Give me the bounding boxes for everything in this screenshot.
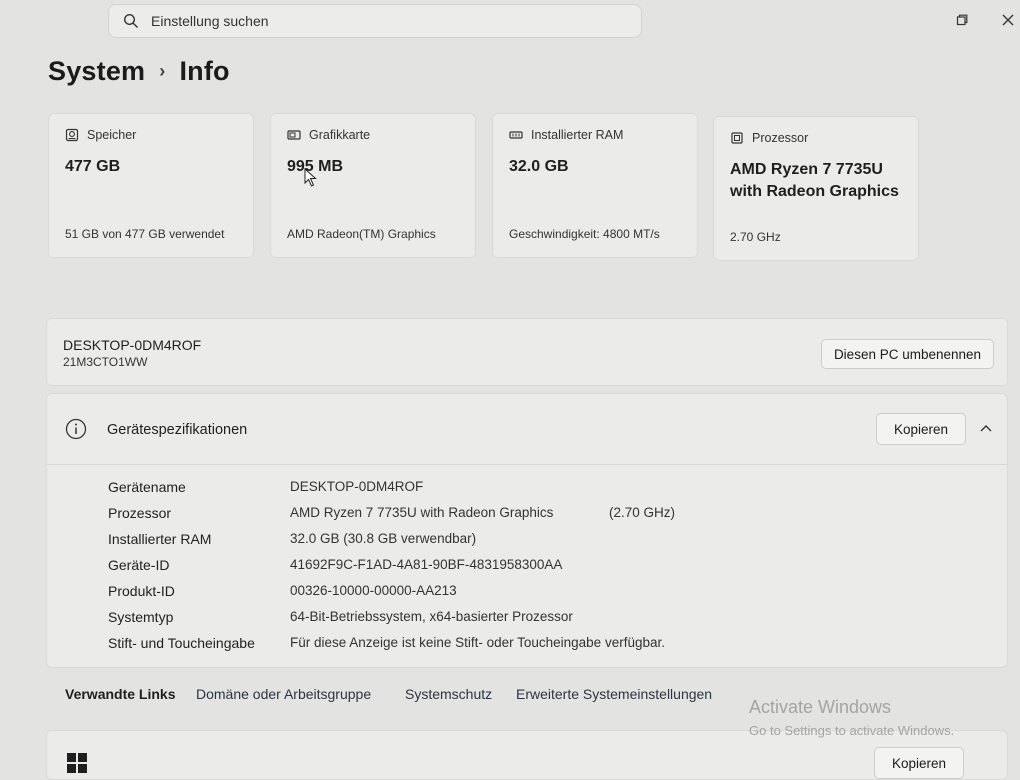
storage-value: 477 GB	[65, 158, 121, 175]
processor-card: Prozessor AMD Ryzen 7 7735U with Radeon …	[713, 116, 919, 261]
spec-value-product-id: 00326-10000-00000-AA213	[290, 583, 457, 598]
spec-label-pen-touch: Stift- und Toucheingabe	[108, 635, 255, 651]
processor-value: AMD Ryzen 7 7735U with Radeon Graphics	[730, 161, 899, 200]
device-name-panel: DESKTOP-0DM4ROF 21M3CTO1WW Diesen PC umb…	[46, 318, 1008, 386]
card-title: Speicher	[87, 128, 137, 142]
processor-icon	[731, 132, 743, 144]
ram-value: 32.0 GB	[509, 158, 569, 175]
storage-card: Speicher 477 GB 51 GB von 477 GB verwend…	[48, 113, 254, 258]
related-links-title: Verwandte Links	[65, 686, 176, 702]
graphics-card: Grafikkarte 995 MB AMD Radeon(TM) Graphi…	[270, 113, 476, 258]
specs-title: Gerätespezifikationen	[107, 422, 248, 438]
card-title: Grafikkarte	[309, 128, 371, 142]
copy-specs-button[interactable]: Kopieren	[876, 413, 966, 445]
spec-label-product-id: Produkt-ID	[108, 583, 175, 599]
spec-value-processor-speed: (2.70 GHz)	[609, 505, 676, 520]
info-icon	[65, 418, 87, 440]
spec-value-device-id: 41692F9C-F1AD-4A81-90BF-4831958300AA	[290, 557, 563, 572]
graphics-adapter-name: AMD Radeon(TM) Graphics	[287, 227, 436, 241]
spec-label-system-type: Systemtyp	[108, 609, 174, 625]
mouse-cursor-icon	[304, 168, 317, 187]
link-advanced-settings[interactable]: Erweiterte Systemeinstellungen	[516, 686, 712, 702]
windows-logo-icon	[67, 753, 87, 773]
spec-value-pen-touch: Für diese Anzeige ist keine Stift- oder …	[290, 635, 665, 650]
close-button[interactable]	[996, 8, 1020, 32]
spec-label-device-name: Gerätename	[108, 479, 186, 495]
memory-icon	[509, 131, 523, 139]
search-input[interactable]	[149, 12, 593, 30]
chevron-up-icon[interactable]	[979, 423, 993, 433]
spec-label-processor: Prozessor	[108, 505, 172, 521]
search-icon	[123, 13, 138, 28]
storage-usage: 51 GB von 477 GB verwendet	[65, 227, 225, 241]
maximize-button[interactable]	[950, 8, 974, 32]
spec-label-ram: Installierter RAM	[108, 531, 212, 547]
spec-value-system-type: 64-Bit-Betriebssystem, x64-basierter Pro…	[290, 609, 573, 624]
spec-value-processor: AMD Ryzen 7 7735U with Radeon Graphics	[290, 505, 554, 520]
close-icon	[1002, 14, 1014, 26]
card-title: Prozessor	[752, 131, 809, 145]
device-name: DESKTOP-0DM4ROF	[63, 337, 202, 353]
ram-speed: Geschwindigkeit: 4800 MT/s	[509, 227, 660, 241]
spec-label-device-id: Geräte-ID	[108, 557, 170, 573]
chevron-right-icon: ›	[159, 61, 166, 81]
breadcrumb: System › Info	[48, 56, 230, 87]
link-domain-workgroup[interactable]: Domäne oder Arbeitsgruppe	[196, 686, 371, 702]
rename-pc-button[interactable]: Diesen PC umbenennen	[821, 339, 994, 369]
maximize-icon	[956, 14, 968, 26]
spec-value-device-name: DESKTOP-0DM4ROF	[290, 479, 424, 494]
copy-windows-specs-button[interactable]: Kopieren	[874, 747, 964, 779]
storage-icon	[65, 128, 79, 142]
specs-header[interactable]: Gerätespezifikationen Kopieren	[47, 394, 1007, 465]
processor-speed: 2.70 GHz	[730, 230, 781, 244]
graphics-card-icon	[287, 130, 301, 140]
spec-value-ram: 32.0 GB (30.8 GB verwendbar)	[290, 531, 477, 546]
link-system-protection[interactable]: Systemschutz	[405, 686, 492, 702]
device-model: 21M3CTO1WW	[63, 355, 148, 369]
card-title: Installierter RAM	[531, 128, 624, 142]
activation-watermark-title: Activate Windows	[749, 697, 892, 717]
breadcrumb-parent[interactable]: System	[48, 56, 145, 87]
activation-watermark-subtitle: Go to Settings to activate Windows.	[749, 723, 955, 738]
ram-card: Installierter RAM 32.0 GB Geschwindigkei…	[492, 113, 698, 258]
search-box[interactable]	[108, 4, 642, 38]
page-title: Info	[179, 56, 230, 86]
